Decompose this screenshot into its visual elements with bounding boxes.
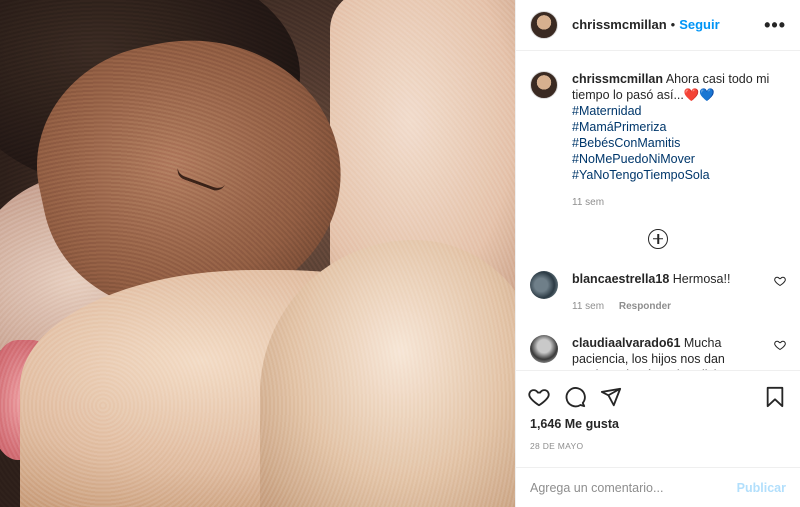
comment-username[interactable]: blancaestrella18 [572,272,669,286]
comments-section[interactable]: chrissmcmillan Ahora casi todo mi tiempo… [516,51,800,372]
more-options-icon[interactable]: ••• [764,16,786,34]
post-header: chrissmcmillan • Seguir ••• [516,0,800,51]
comment-item: claudiaalvarado61 Mucha paciencia, los h… [530,334,786,371]
caption: chrissmcmillan Ahora casi todo mi tiempo… [530,70,786,211]
follow-button[interactable]: Seguir [679,17,719,32]
author-avatar[interactable] [530,10,558,39]
photo-texture [0,0,515,507]
post-date[interactable]: 28 DE MAYO [516,441,800,451]
comment-time[interactable]: 11 sem [572,301,604,312]
comment-item: blancaestrella18 Hermosa!! 11 sem Respon… [530,270,786,315]
reply-button[interactable]: Responder [619,301,671,312]
caption-meta: 11 sem [572,195,786,211]
hashtag-link[interactable]: #YaNoTengoTiempoSola [572,167,786,183]
comment-text: Hermosa!! [672,271,731,286]
post-photo[interactable] [0,0,515,507]
comment-meta: 11 sem Responder [572,299,768,315]
post-side-panel: chrissmcmillan • Seguir ••• chrissmcmill… [515,0,800,507]
comment-icon[interactable] [564,386,586,408]
author-username[interactable]: chrissmcmillan [572,17,667,32]
caption-time[interactable]: 11 sem [572,197,604,208]
instagram-post: chrissmcmillan • Seguir ••• chrissmcmill… [0,0,800,507]
publish-button[interactable]: Publicar [737,481,786,495]
caption-username[interactable]: chrissmcmillan [572,72,663,86]
caption-body: chrissmcmillan Ahora casi todo mi tiempo… [572,71,786,211]
comment-composer: Publicar [516,467,800,507]
load-more-comments [530,228,786,249]
commenter-avatar[interactable] [530,270,558,299]
comment-input[interactable] [530,480,737,495]
commenter-avatar[interactable] [530,334,558,363]
comment-like-icon[interactable] [774,339,786,351]
post-actions [516,379,800,415]
likes-count[interactable]: 1,646 Me gusta [516,417,800,431]
comment-like-icon[interactable] [774,275,786,287]
hashtag-link[interactable]: #NoMePuedoNiMover [572,151,786,167]
header-separator: • [670,17,676,33]
heart-icon[interactable] [528,386,550,408]
caption-avatar[interactable] [530,70,558,99]
comment-username[interactable]: claudiaalvarado61 [572,336,680,350]
comment-body: blancaestrella18 Hermosa!! 11 sem Respon… [572,271,768,315]
hashtag-link[interactable]: #BebésConMamitis [572,135,786,151]
hashtag-link[interactable]: #MamáPrimeriza [572,119,786,135]
hashtag-link[interactable]: #Maternidad [572,103,786,119]
comment-body: claudiaalvarado61 Mucha paciencia, los h… [572,335,768,371]
bookmark-icon[interactable] [764,386,786,408]
share-icon[interactable] [600,386,622,408]
add-circle-icon[interactable] [648,228,668,249]
